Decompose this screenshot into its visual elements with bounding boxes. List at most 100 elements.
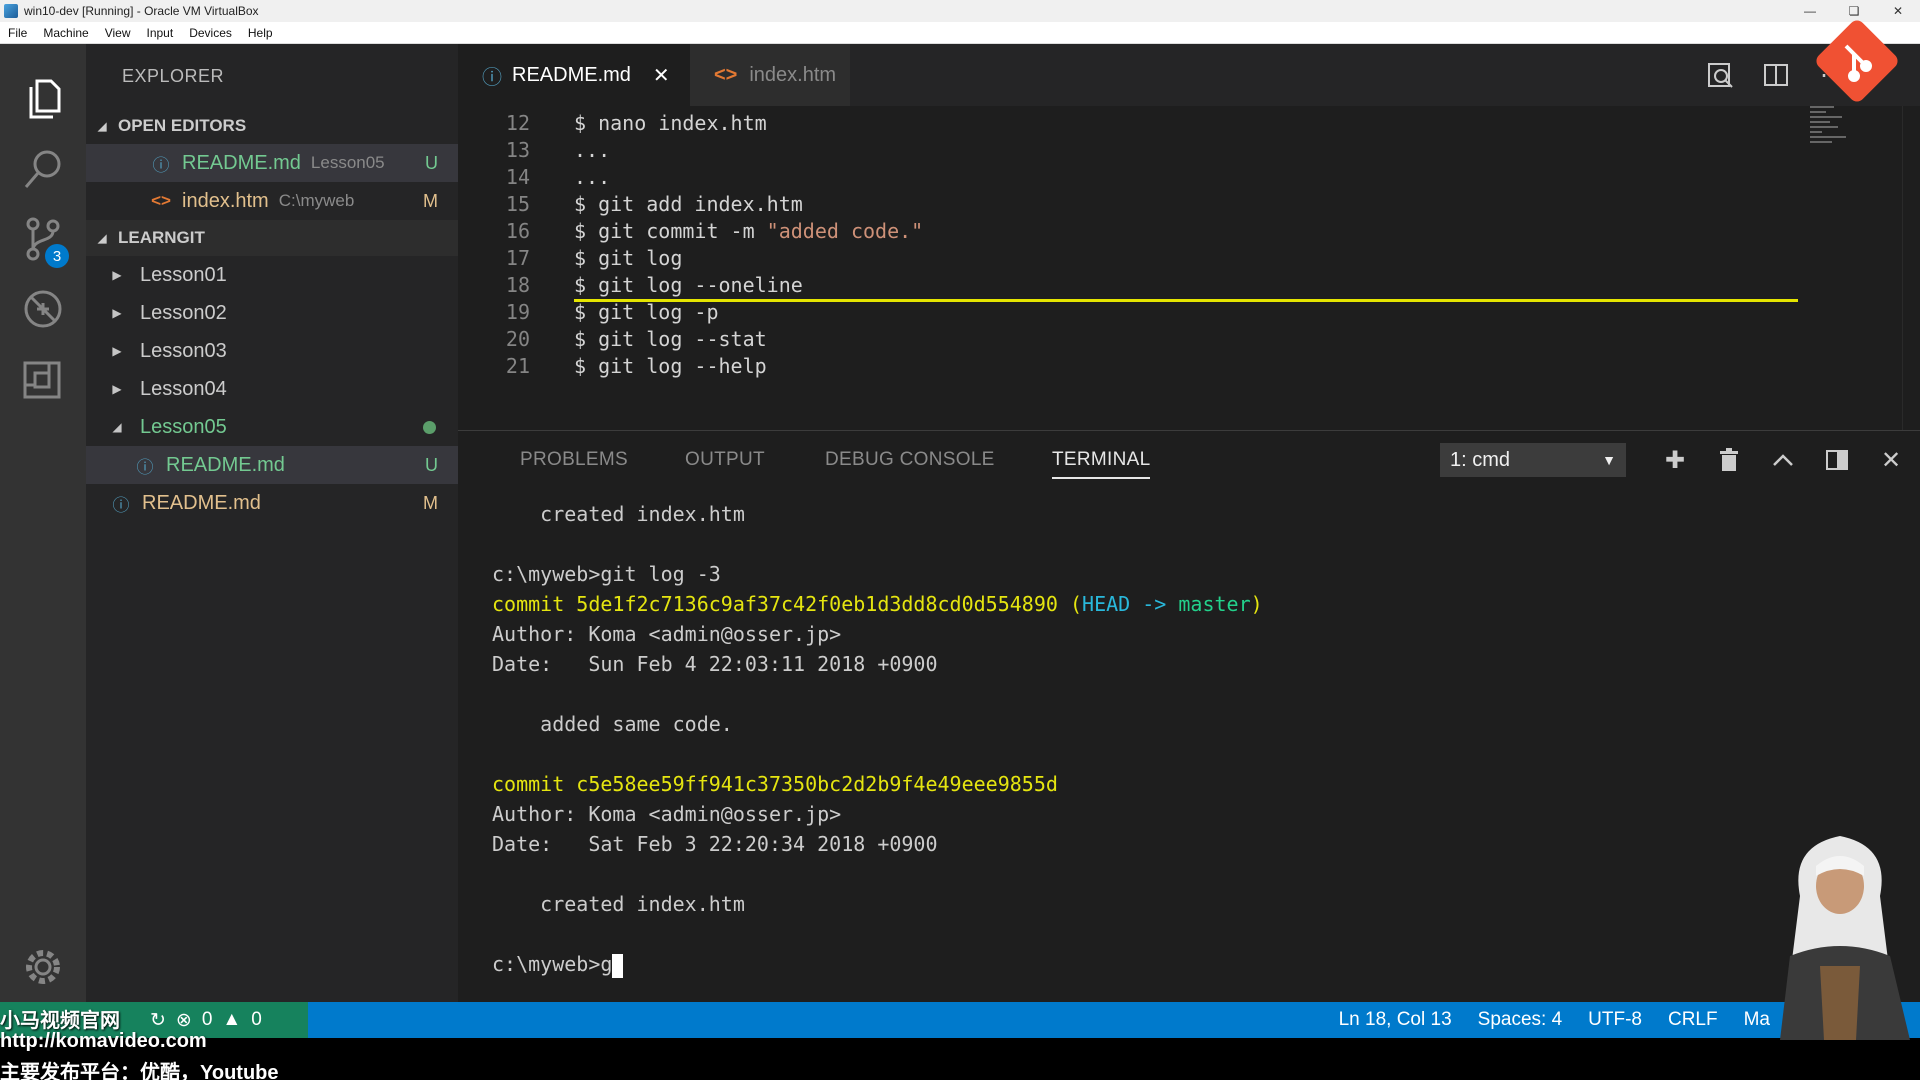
menu-machine[interactable]: Machine [35, 26, 96, 40]
source-control-activity[interactable]: 3 [0, 204, 86, 274]
mascot-character-icon [1780, 836, 1910, 1040]
virtualbox-icon [4, 4, 18, 18]
panel-layout-icon [1826, 450, 1848, 470]
restore-button[interactable]: ❏ [1832, 0, 1876, 22]
new-terminal-button[interactable]: ✚ [1648, 443, 1702, 477]
folder-name: Lesson05 [140, 415, 227, 438]
error-count[interactable]: 0 [202, 1009, 213, 1031]
errors-icon[interactable]: ⊗ [176, 1009, 192, 1032]
terminal-line: created index.htm [492, 502, 745, 526]
tab-debug-console[interactable]: DEBUG CONSOLE [825, 449, 995, 471]
folder-item[interactable]: ▶ Lesson04 [86, 370, 458, 408]
menu-file[interactable]: File [0, 26, 35, 40]
open-preview-button[interactable] [1692, 44, 1748, 106]
terminal-line: added same code. [492, 712, 733, 736]
file-item[interactable]: ⓘ README.md U [86, 446, 458, 484]
split-editor-icon [1764, 64, 1788, 86]
indentation[interactable]: Spaces: 4 [1478, 1009, 1563, 1031]
folder-name: Lesson02 [140, 301, 227, 324]
terminal-line: c:\myweb>git log -3 [492, 562, 721, 586]
close-icon[interactable]: ✕ [653, 63, 670, 88]
search-activity[interactable] [0, 134, 86, 204]
code-editor[interactable]: 12 $ nano index.htm 13... 14... 15 $ git a… [458, 106, 1920, 430]
open-editors-header[interactable]: ◢ OPEN EDITORS [86, 108, 458, 144]
modified-dot [423, 420, 436, 434]
watermark-url: http://komavideo.com [0, 1030, 207, 1052]
chevron-down-icon: ◢ [98, 120, 107, 133]
git-status: M [423, 190, 438, 211]
watermark-title: 小马视频官网 [0, 1010, 120, 1032]
file-item[interactable]: ⓘ README.md M [86, 484, 458, 522]
debug-activity[interactable] [0, 274, 86, 344]
chevron-right-icon: ▶ [112, 382, 122, 396]
chevron-down-icon: ◢ [112, 420, 122, 434]
video-bottom-band [0, 1038, 1920, 1080]
file-description: Lesson05 [310, 153, 385, 172]
vm-window-titlebar: win10-dev [Running] - Oracle VM VirtualB… [0, 0, 1920, 22]
extensions-icon [23, 361, 61, 399]
folder-item[interactable]: ◢ Lesson05 [86, 408, 458, 446]
terminal-select[interactable]: 1: cmd ▼ [1440, 443, 1626, 477]
extensions-activity[interactable] [0, 344, 86, 414]
split-editor-button[interactable] [1748, 44, 1804, 106]
dropdown-arrow-icon: ▼ [1602, 452, 1616, 468]
cursor-position[interactable]: Ln 18, Col 13 [1339, 1009, 1452, 1031]
file-name: README.md [182, 151, 301, 174]
minimize-button[interactable]: — [1788, 0, 1832, 22]
close-window-button[interactable]: ✕ [1876, 0, 1920, 22]
menu-view[interactable]: View [97, 26, 139, 40]
menu-help[interactable]: Help [240, 26, 281, 40]
vm-window-title: win10-dev [Running] - Oracle VM VirtualB… [24, 4, 259, 18]
terminal-line: commit 5de1f2c7136c9af37c42f0eb1d3dd8cd0… [492, 592, 1263, 616]
info-icon: ⓘ [482, 66, 502, 89]
warning-count[interactable]: 0 [251, 1009, 262, 1031]
warning-icon[interactable]: ▲ [222, 1009, 241, 1031]
git-logo-icon [1813, 17, 1901, 105]
sync-icon[interactable]: ↻ [150, 1009, 166, 1032]
source-control-badge: 3 [45, 244, 69, 268]
line-ending[interactable]: CRLF [1668, 1009, 1718, 1031]
vm-menubar: File Machine View Input Devices Help [0, 22, 1920, 44]
trash-icon [1720, 448, 1738, 471]
text-cursor [612, 953, 624, 978]
terminal-line: created index.htm [492, 892, 745, 916]
tab-readme[interactable]: ⓘ README.md ✕ [458, 44, 690, 106]
toggle-panel-position-button[interactable] [1810, 443, 1864, 477]
open-editor-item[interactable]: ⓘ README.md Lesson05 U [86, 144, 458, 182]
terminal-line: commit c5e58ee59ff941c37350bc2d2b9f4e49e… [492, 772, 1058, 796]
chevron-right-icon: ▶ [112, 344, 122, 358]
editor-scrollbar[interactable] [1902, 106, 1920, 430]
manage-activity[interactable] [0, 932, 86, 1002]
chevron-right-icon: ▶ [112, 306, 122, 320]
terminal-output[interactable]: created index.htm c:\myweb>git log -3 co… [492, 499, 1892, 979]
encoding[interactable]: UTF-8 [1588, 1009, 1642, 1031]
terminal-line: Author: Koma <admin@osser.jp> [492, 802, 842, 826]
maximize-panel-button[interactable] [1756, 443, 1810, 477]
tab-output[interactable]: OUTPUT [685, 449, 765, 471]
terminal-line: Date: Sun Feb 4 22:03:11 2018 +0900 [492, 652, 938, 676]
close-panel-button[interactable]: ✕ [1864, 443, 1918, 477]
files-icon [29, 79, 61, 119]
git-status: U [425, 454, 438, 475]
workspace-header[interactable]: ◢ LEARNGIT [86, 220, 458, 256]
folder-item[interactable]: ▶ Lesson02 [86, 294, 458, 332]
chevron-right-icon: ▶ [112, 268, 122, 282]
menu-devices[interactable]: Devices [181, 26, 240, 40]
chevron-down-icon: ◢ [98, 232, 107, 245]
file-name: README.md [166, 453, 285, 476]
tab-terminal[interactable]: TERMINAL [1052, 449, 1151, 479]
terminal-prompt[interactable]: c:\myweb>g [492, 949, 1892, 979]
explorer-activity[interactable] [0, 64, 86, 134]
activity-bar: 3 [0, 44, 86, 1002]
kill-terminal-button[interactable] [1702, 443, 1756, 477]
folder-item[interactable]: ▶ Lesson03 [86, 332, 458, 370]
tab-index[interactable]: <> index.htm [690, 44, 850, 106]
open-editor-item[interactable]: <> index.htm C:\myweb M [86, 182, 458, 220]
folder-item[interactable]: ▶ Lesson01 [86, 256, 458, 294]
debug-icon [24, 290, 62, 328]
menu-input[interactable]: Input [139, 26, 182, 40]
info-icon: ⓘ [112, 495, 130, 515]
tab-problems[interactable]: PROBLEMS [520, 449, 628, 471]
terminal-line: Author: Koma <admin@osser.jp> [492, 622, 842, 646]
minimap[interactable] [1810, 106, 1850, 166]
